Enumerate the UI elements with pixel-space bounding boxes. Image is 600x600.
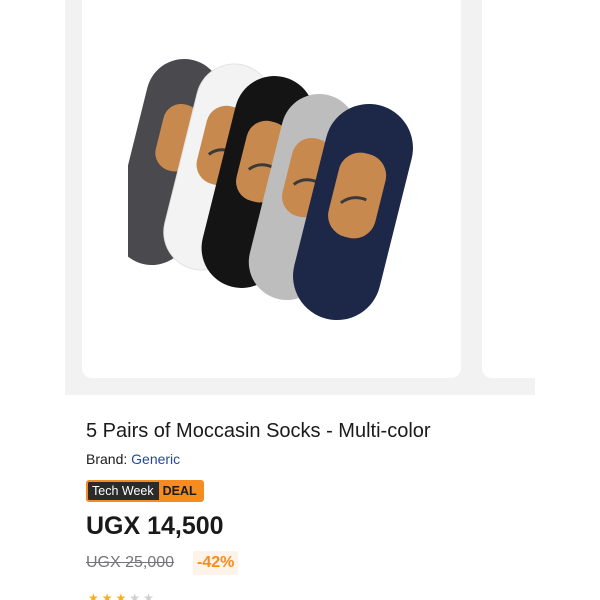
old-price: UGX 25,000 [86,554,175,571]
brand-label: Brand: [86,451,128,467]
product-title: 5 Pairs of Moccasin Socks - Multi-color [86,420,431,442]
discount-badge: -42% [193,551,239,575]
rating-stars[interactable]: ★ ★ ★ ★ ★ [88,592,154,600]
deal-badge-label: DEAL [158,482,202,500]
gallery-next-card[interactable] [482,0,542,378]
tech-week-deal-badge: Tech Week DEAL [86,480,204,502]
star-filled-icon: ★ [115,591,127,600]
star-empty-icon: ★ [129,591,141,600]
brand-line: Brand: Generic [86,451,180,467]
star-empty-icon: ★ [143,591,154,600]
brand-link[interactable]: Generic [131,451,180,467]
star-filled-icon: ★ [88,591,99,600]
star-filled-icon: ★ [101,591,113,600]
current-price: UGX 14,500 [86,512,224,540]
product-page: 5 Pairs of Moccasin Socks - Multi-color … [0,0,600,600]
deal-badge-event: Tech Week [88,482,159,500]
product-image[interactable] [128,52,418,340]
